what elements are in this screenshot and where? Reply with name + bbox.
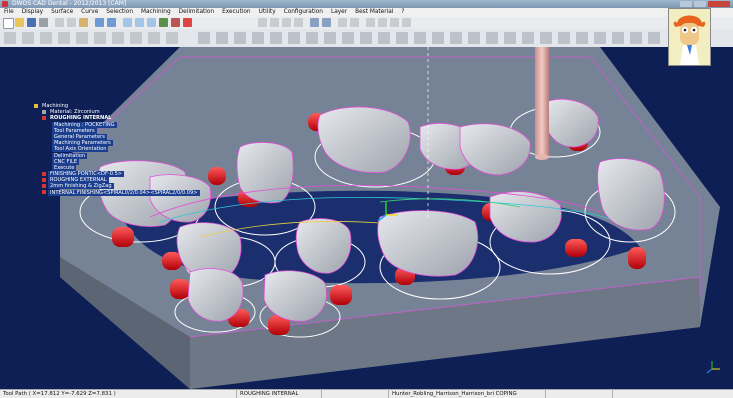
avatar-picture bbox=[669, 9, 710, 65]
menu-selection[interactable]: Selection bbox=[106, 8, 133, 17]
layer-icon[interactable] bbox=[171, 18, 180, 27]
menu-configuration[interactable]: Configuration bbox=[284, 8, 323, 17]
menu-layer[interactable]: Layer bbox=[331, 8, 347, 17]
machining-tool-7-icon[interactable] bbox=[306, 32, 318, 44]
machining-tool-26-icon[interactable] bbox=[648, 32, 660, 44]
menu-execution[interactable]: Execution bbox=[222, 8, 250, 17]
machining-tool-24-icon[interactable] bbox=[612, 32, 624, 44]
surface-tool-2-icon[interactable] bbox=[22, 32, 34, 44]
menu-display[interactable]: Display bbox=[22, 8, 43, 17]
user-avatar bbox=[668, 8, 711, 66]
machining-tool-5-icon[interactable] bbox=[270, 32, 282, 44]
machine-icon[interactable] bbox=[390, 18, 399, 27]
machining-tool-2-icon[interactable] bbox=[216, 32, 228, 44]
color-icon[interactable] bbox=[183, 18, 192, 27]
wireframe-icon[interactable] bbox=[322, 18, 331, 27]
pan-icon[interactable] bbox=[135, 18, 144, 27]
machining-tool-20-icon[interactable] bbox=[540, 32, 552, 44]
measure-icon[interactable] bbox=[338, 18, 347, 27]
machining-tool-3-icon[interactable] bbox=[234, 32, 246, 44]
machining-tool-23-icon[interactable] bbox=[594, 32, 606, 44]
view-top-icon[interactable] bbox=[270, 18, 279, 27]
view-iso-icon[interactable] bbox=[294, 18, 303, 27]
operation-icon bbox=[42, 177, 46, 182]
surface-tool-10-icon[interactable] bbox=[166, 32, 178, 44]
title-bar: DWOS CAD Dental - 2012/2013 [CAM] bbox=[0, 0, 733, 8]
machining-tool-16-icon[interactable] bbox=[468, 32, 480, 44]
machining-tool-15-icon[interactable] bbox=[450, 32, 462, 44]
minimize-button[interactable] bbox=[680, 1, 692, 7]
cutting-tool bbox=[535, 47, 549, 160]
copy-icon[interactable] bbox=[67, 18, 76, 27]
operation-icon bbox=[42, 183, 46, 188]
maximize-button[interactable] bbox=[694, 1, 706, 7]
menu-machining[interactable]: Machining bbox=[141, 8, 171, 17]
surface-tool-5-icon[interactable] bbox=[76, 32, 88, 44]
close-button[interactable] bbox=[708, 1, 730, 7]
cam-scene bbox=[59, 47, 720, 389]
machining-tool-1-icon[interactable] bbox=[198, 32, 210, 44]
info-icon[interactable] bbox=[402, 18, 411, 27]
zoom-icon[interactable] bbox=[123, 18, 132, 27]
surface-tool-1-icon[interactable] bbox=[4, 32, 16, 44]
shading-icon[interactable] bbox=[310, 18, 319, 27]
rotate-icon[interactable] bbox=[147, 18, 156, 27]
machining-tool-19-icon[interactable] bbox=[522, 32, 534, 44]
surface-tool-7-icon[interactable] bbox=[112, 32, 124, 44]
menu-utility[interactable]: Utility bbox=[259, 8, 276, 17]
machining-tool-18-icon[interactable] bbox=[504, 32, 516, 44]
stl-icon[interactable] bbox=[350, 18, 359, 27]
tree-op-internal-finishing[interactable]: INTERNAL FINISHING<SPIRAL0/2/0.04><SPIRA… bbox=[34, 189, 200, 196]
menu-delimitation[interactable]: Delimitation bbox=[179, 8, 214, 17]
surface-tool-6-icon[interactable] bbox=[94, 32, 106, 44]
machining-tool-6-icon[interactable] bbox=[288, 32, 300, 44]
machining-tool-25-icon[interactable] bbox=[630, 32, 642, 44]
toolbar-bottom bbox=[0, 29, 733, 48]
view-axis-indicator bbox=[706, 361, 720, 374]
menu-file[interactable]: File bbox=[4, 8, 14, 17]
material-icon bbox=[42, 109, 46, 114]
cut-icon[interactable] bbox=[55, 18, 64, 27]
undo-icon[interactable] bbox=[95, 18, 104, 27]
operation-icon bbox=[42, 171, 46, 176]
surface-tool-9-icon[interactable] bbox=[148, 32, 160, 44]
print-icon[interactable] bbox=[39, 18, 48, 27]
menu-curve[interactable]: Curve bbox=[81, 8, 98, 17]
machining-tool-4-icon[interactable] bbox=[252, 32, 264, 44]
machining-tool-22-icon[interactable] bbox=[576, 32, 588, 44]
operation-icon bbox=[42, 190, 46, 195]
redo-icon[interactable] bbox=[107, 18, 116, 27]
machining-tool-14-icon[interactable] bbox=[432, 32, 444, 44]
window-title: DWOS CAD Dental - 2012/2013 [CAM] bbox=[12, 0, 127, 7]
operation-icon bbox=[42, 115, 46, 120]
menu-help[interactable]: ? bbox=[401, 8, 404, 17]
menu-best-material[interactable]: Best Material bbox=[355, 8, 393, 17]
paste-icon[interactable] bbox=[79, 18, 88, 27]
open-icon[interactable] bbox=[15, 18, 24, 27]
machining-tool-8-icon[interactable] bbox=[324, 32, 336, 44]
menu-bar: File Display Surface Curve Selection Mac… bbox=[0, 8, 733, 17]
save-icon[interactable] bbox=[27, 18, 36, 27]
machining-tool-21-icon[interactable] bbox=[558, 32, 570, 44]
settings-icon[interactable] bbox=[366, 18, 375, 27]
3d-viewport[interactable]: Machining Material: Zirconium ROUGHING I… bbox=[0, 47, 733, 389]
surface-tool-4-icon[interactable] bbox=[58, 32, 70, 44]
machining-tool-10-icon[interactable] bbox=[360, 32, 372, 44]
folder-icon bbox=[34, 103, 38, 108]
app-icon bbox=[2, 1, 8, 7]
machining-tool-17-icon[interactable] bbox=[486, 32, 498, 44]
menu-surface[interactable]: Surface bbox=[51, 8, 73, 17]
machining-tool-13-icon[interactable] bbox=[414, 32, 426, 44]
new-icon[interactable] bbox=[3, 18, 14, 29]
surface-tool-8-icon[interactable] bbox=[130, 32, 142, 44]
view-side-icon[interactable] bbox=[282, 18, 291, 27]
fit-icon[interactable] bbox=[159, 18, 168, 27]
machining-tool-12-icon[interactable] bbox=[396, 32, 408, 44]
surface-tool-3-icon[interactable] bbox=[40, 32, 52, 44]
simulation-icon[interactable] bbox=[378, 18, 387, 27]
machining-tool-9-icon[interactable] bbox=[342, 32, 354, 44]
machining-tree: Machining Material: Zirconium ROUGHING I… bbox=[34, 103, 200, 196]
machining-tool-11-icon[interactable] bbox=[378, 32, 390, 44]
view-front-icon[interactable] bbox=[258, 18, 267, 27]
